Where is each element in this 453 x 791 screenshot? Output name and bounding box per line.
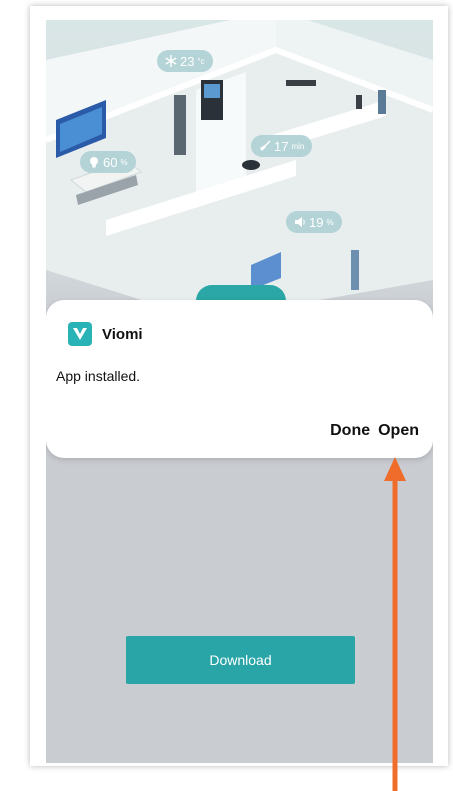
cleaning-value: 17 xyxy=(274,138,289,154)
cleaning-unit: min xyxy=(291,141,305,151)
smart-home-illustration: 23 °c 60 % 17 min 19 % xyxy=(46,20,433,320)
app-header: Viomi xyxy=(68,322,143,346)
volume-unit: % xyxy=(326,217,334,227)
light-unit: % xyxy=(120,157,128,167)
app-name: Viomi xyxy=(102,325,143,343)
cleaning-badge[interactable]: 17 min xyxy=(251,135,313,157)
climate-badge[interactable]: 23 °c xyxy=(157,50,213,72)
broom-icon xyxy=(259,140,271,152)
app-screen: 23 °c 60 % 17 min 19 % Viomi App install… xyxy=(46,20,433,763)
done-button[interactable]: Done xyxy=(330,422,370,440)
light-value: 60 xyxy=(103,154,118,170)
viomi-logo-icon xyxy=(68,322,92,346)
open-button[interactable]: Open xyxy=(378,422,419,440)
volume-badge[interactable]: 19 % xyxy=(286,211,342,233)
climate-unit: °c xyxy=(197,56,205,66)
install-message: App installed. xyxy=(56,368,141,384)
download-button[interactable]: Download xyxy=(126,636,355,684)
snowflake-icon xyxy=(165,55,177,67)
climate-value: 23 xyxy=(180,53,195,69)
bulb-icon xyxy=(88,156,100,168)
app-installed-dialog: Viomi App installed. Done Open xyxy=(46,300,433,458)
speaker-icon xyxy=(294,216,306,228)
phone-frame: 23 °c 60 % 17 min 19 % Viomi App install… xyxy=(30,6,448,766)
volume-value: 19 xyxy=(309,214,324,230)
light-badge[interactable]: 60 % xyxy=(80,151,136,173)
dialog-actions: Done Open xyxy=(330,422,419,440)
